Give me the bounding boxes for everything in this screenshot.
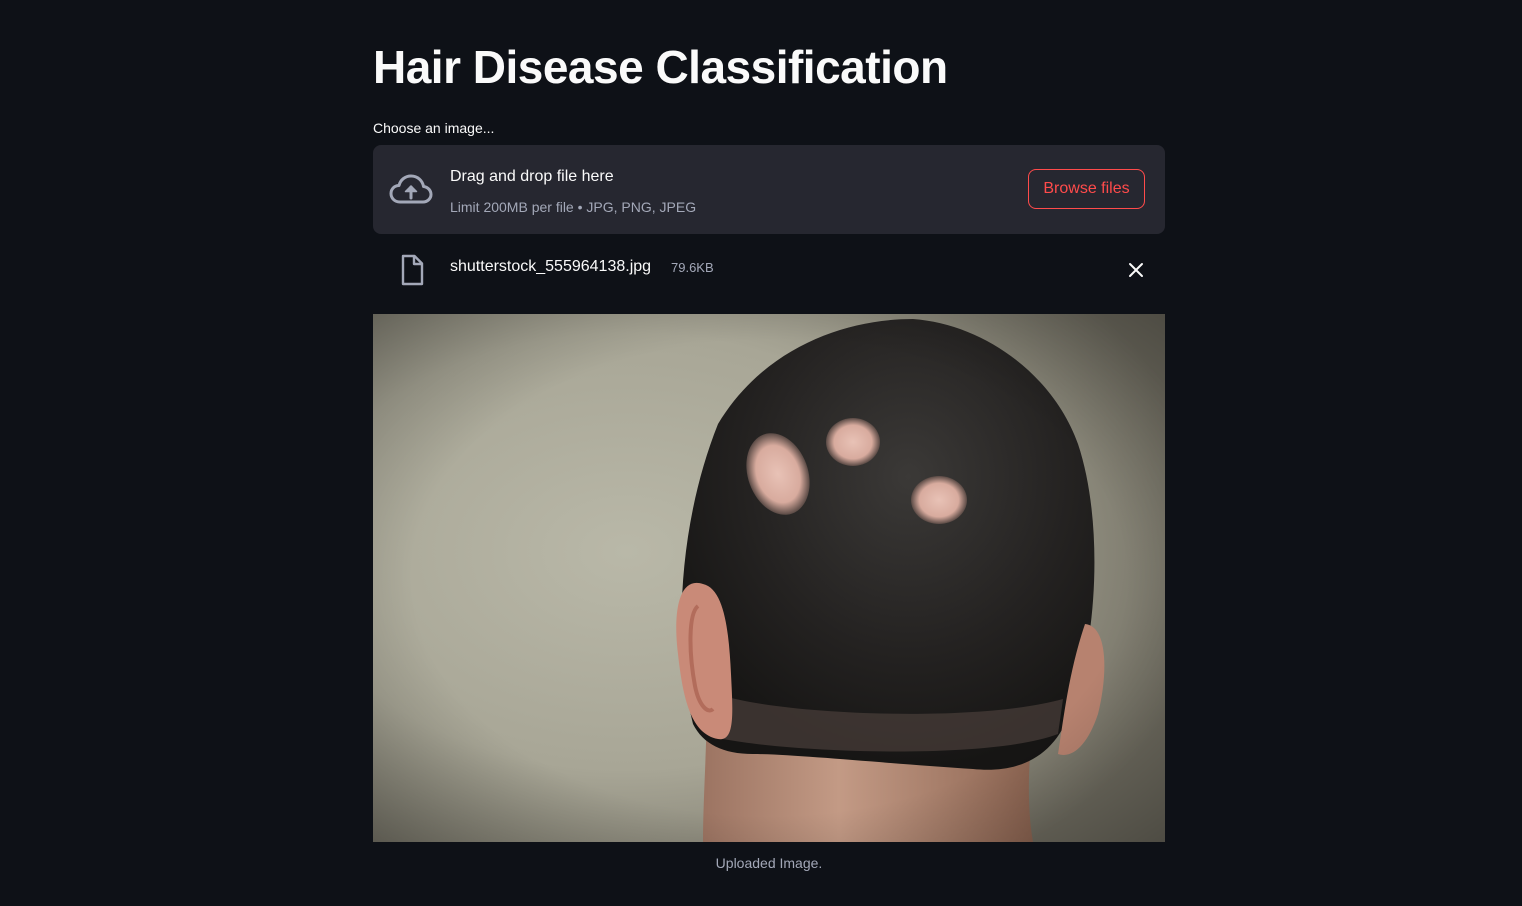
cloud-upload-icon (389, 174, 433, 204)
uploader-label: Choose an image... (373, 120, 495, 136)
image-caption: Uploaded Image. (715, 855, 823, 871)
page-title: Hair Disease Classification (373, 41, 948, 93)
browse-files-button[interactable]: Browse files (1028, 169, 1145, 209)
uploaded-image (373, 314, 1165, 842)
uploaded-image-preview (373, 314, 1165, 842)
dropzone-hint: Limit 200MB per file • JPG, PNG, JPEG (450, 199, 697, 215)
file-dropzone[interactable]: Drag and drop file here Limit 200MB per … (373, 145, 1165, 234)
file-icon (401, 254, 424, 286)
uploaded-file-size: 79.6KB (671, 260, 714, 275)
uploaded-file-row: shutterstock_555964138.jpg 79.6KB (373, 248, 1165, 292)
close-icon (1129, 263, 1143, 277)
remove-file-button[interactable] (1122, 256, 1150, 284)
dropzone-title: Drag and drop file here (450, 168, 614, 185)
uploaded-file-name: shutterstock_555964138.jpg (450, 258, 652, 275)
